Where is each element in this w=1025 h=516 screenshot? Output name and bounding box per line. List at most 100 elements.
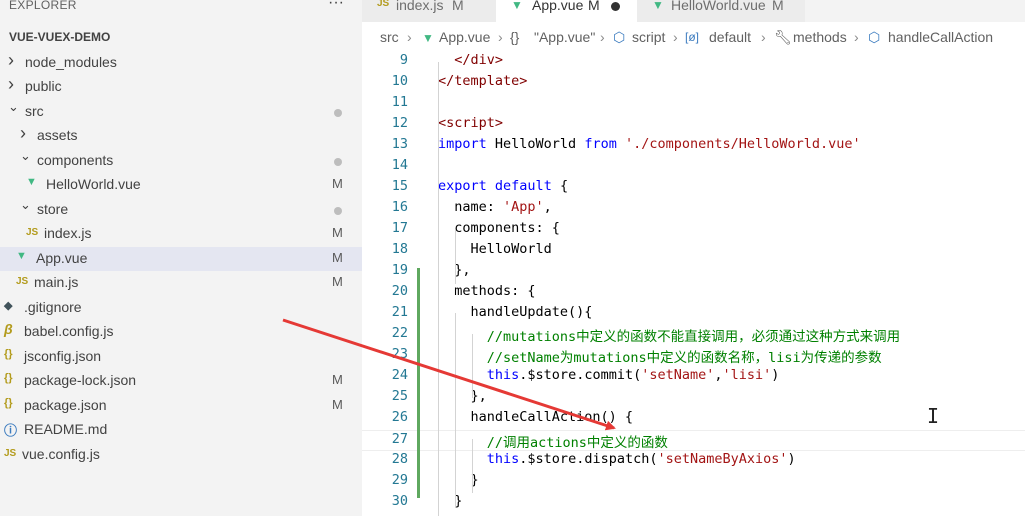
code-line[interactable]: 23 //setName为mutations中定义的函数名称，lisi为传递的参… bbox=[362, 346, 1025, 367]
tree-item-store[interactable]: ⌄ store bbox=[0, 197, 362, 222]
code-line[interactable]: 18 HelloWorld bbox=[362, 241, 1025, 262]
code-line[interactable]: 16 name: 'App', bbox=[362, 199, 1025, 220]
code-line[interactable]: 19 }, bbox=[362, 262, 1025, 283]
tree-item-label: public bbox=[25, 78, 62, 94]
tree-item-src[interactable]: ⌄ src bbox=[0, 99, 362, 124]
code-token: ) bbox=[771, 367, 780, 383]
line-number: 13 bbox=[391, 136, 408, 152]
code-line[interactable]: 26 handleCallAction() { bbox=[362, 409, 1025, 430]
tab-app-vue[interactable]: ▼ App.vue M bbox=[496, 0, 637, 22]
code-token: //setName为mutations中定义的函数名称，lisi为传递的参数 bbox=[486, 350, 882, 366]
tree-item-readme-md[interactable]: ⓘ README.md bbox=[0, 418, 362, 442]
code-token: 'App' bbox=[503, 199, 544, 215]
code-line[interactable]: 28 this.$store.dispatch('setNameByAxios'… bbox=[362, 451, 1025, 472]
code-token: handleCallAction() { bbox=[438, 409, 634, 425]
babel-file-icon: β bbox=[4, 321, 13, 337]
tab-index-js[interactable]: JS index.js M bbox=[362, 0, 496, 22]
chevron-right-icon: › bbox=[673, 29, 678, 45]
tree-item-components[interactable]: ⌄ components bbox=[0, 148, 362, 173]
code-line[interactable]: 22 //mutations中定义的函数不能直接调用，必须通过这种方式来调用 bbox=[362, 325, 1025, 346]
tree-item-package-json[interactable]: {} package.json M bbox=[0, 394, 362, 418]
tree-item-label: babel.config.js bbox=[24, 323, 114, 339]
code-line[interactable]: 10 </template> bbox=[362, 73, 1025, 94]
tree-item-app-vue[interactable]: ▼ App.vue M bbox=[0, 247, 362, 271]
code-token: { bbox=[551, 178, 569, 194]
line-number: 17 bbox=[391, 220, 408, 236]
breadcrumb: src › ▼ App.vue › {} "App.vue" › ⬡ scrip… bbox=[362, 26, 1025, 48]
tree-item-babel-config-js[interactable]: β babel.config.js bbox=[0, 320, 362, 344]
tree-item-index-js[interactable]: JS index.js M bbox=[0, 222, 362, 246]
code-token: from bbox=[584, 136, 617, 152]
tree-item-package-lock-json[interactable]: {} package-lock.json M bbox=[0, 369, 362, 393]
breadcrumb-methods[interactable]: methods bbox=[793, 29, 847, 45]
code-line[interactable]: 24 this.$store.commit('setName','lisi') bbox=[362, 367, 1025, 388]
breadcrumb-app-vue-string[interactable]: "App.vue" bbox=[534, 29, 595, 45]
code-line[interactable]: 30 } bbox=[362, 493, 1025, 514]
code-line[interactable]: 11 bbox=[362, 94, 1025, 115]
line-number: 18 bbox=[391, 241, 408, 257]
code-line[interactable]: 13 import HelloWorld from './components/H… bbox=[362, 136, 1025, 157]
code-line[interactable]: 25 }, bbox=[362, 388, 1025, 409]
modified-indicator: M bbox=[332, 372, 343, 387]
breadcrumb-script[interactable]: script bbox=[632, 29, 665, 45]
code-text: name: 'App', bbox=[438, 199, 552, 215]
chevron-down-icon: ⌄ bbox=[20, 148, 31, 163]
code-line[interactable]: 14 bbox=[362, 157, 1025, 178]
code-line[interactable]: 17 components: { bbox=[362, 220, 1025, 241]
indent-guide bbox=[472, 334, 473, 398]
tab-label: index.js bbox=[396, 0, 444, 13]
breadcrumb-handlecallaction[interactable]: handleCallAction bbox=[888, 29, 993, 45]
tree-item-label: store bbox=[37, 201, 69, 217]
workspace-root[interactable]: VUE-VUEX-DEMO bbox=[0, 27, 362, 51]
json-file-icon: {} bbox=[4, 348, 13, 360]
tree-item-gitignore[interactable]: ◆ .gitignore bbox=[0, 296, 362, 320]
code-line[interactable]: 12 <script> bbox=[362, 115, 1025, 136]
tree-item-label: package.json bbox=[24, 397, 107, 413]
vue-file-icon: ▼ bbox=[511, 0, 523, 12]
breadcrumb-app-vue[interactable]: App.vue bbox=[439, 29, 490, 45]
unsaved-dot-icon[interactable] bbox=[611, 2, 620, 11]
chevron-down-icon: ⌄ bbox=[20, 197, 31, 212]
code-token: import bbox=[438, 136, 487, 152]
code-token: HelloWorld bbox=[486, 136, 585, 152]
code-editor[interactable]: 9 </div> 10 </template> 11 12 <script> 13 impor… bbox=[362, 50, 1025, 516]
code-line[interactable]: 9 </div> bbox=[362, 52, 1025, 73]
code-line[interactable]: 20 methods: { bbox=[362, 283, 1025, 304]
tree-item-assets[interactable]: › assets bbox=[0, 123, 362, 148]
explorer-header: EXPLORER ··· bbox=[0, 0, 362, 14]
chevron-right-icon: › bbox=[8, 74, 14, 94]
code-token: handleUpdate(){ bbox=[438, 304, 593, 320]
breadcrumb-default[interactable]: default bbox=[709, 29, 751, 45]
code-token: './components/HelloWorld.vue' bbox=[624, 136, 861, 152]
tree-item-node-modules[interactable]: › node_modules bbox=[0, 50, 362, 75]
tree-item-label: node_modules bbox=[25, 54, 117, 70]
tree-item-vue-config-js[interactable]: JS vue.config.js bbox=[0, 443, 362, 467]
tab-helloworld-vue[interactable]: ▼ HelloWorld.vue M bbox=[637, 0, 805, 22]
modified-indicator: M bbox=[332, 397, 343, 412]
code-line[interactable]: 29 } bbox=[362, 472, 1025, 493]
tree-item-helloworld-vue[interactable]: ▼ HelloWorld.vue M bbox=[0, 173, 362, 197]
json-file-icon: {} bbox=[4, 397, 13, 409]
code-text: </div> bbox=[438, 52, 503, 68]
line-number: 27 bbox=[391, 431, 408, 447]
tree-item-label: main.js bbox=[34, 274, 79, 290]
code-line[interactable]: 15 export default { bbox=[362, 178, 1025, 199]
tree-item-label: jsconfig.json bbox=[24, 348, 102, 364]
code-token: .$store.commit( bbox=[519, 367, 642, 383]
tree-item-main-js[interactable]: JS main.js M bbox=[0, 271, 362, 295]
ellipsis-icon[interactable]: ··· bbox=[328, 0, 344, 12]
tree-item-label: index.js bbox=[44, 225, 92, 241]
line-number: 12 bbox=[391, 115, 408, 131]
tree-item-public[interactable]: › public bbox=[0, 74, 362, 99]
code-text: //setName为mutations中定义的函数名称，lisi为传递的参数 bbox=[438, 346, 882, 366]
code-token: //mutations中定义的函数不能直接调用，必须通过这种方式来调用 bbox=[486, 329, 901, 345]
code-line[interactable]: 27 //调用actions中定义的函数 bbox=[362, 430, 1025, 451]
workspace-root-label: VUE-VUEX-DEMO bbox=[9, 30, 111, 44]
tree-item-jsconfig-json[interactable]: {} jsconfig.json bbox=[0, 345, 362, 369]
indent-guide bbox=[455, 230, 456, 284]
breadcrumb-src[interactable]: src bbox=[380, 29, 399, 45]
code-line[interactable]: 21 handleUpdate(){ bbox=[362, 304, 1025, 325]
